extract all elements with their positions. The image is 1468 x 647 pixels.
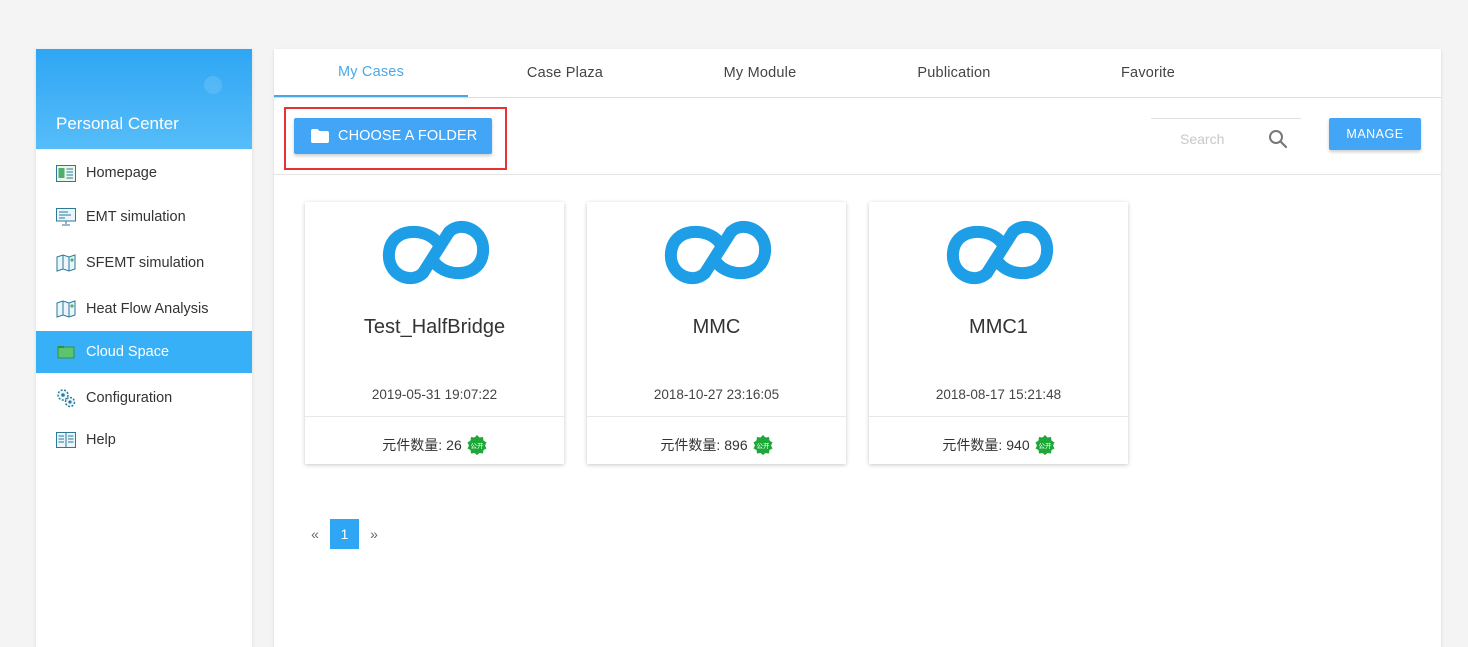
sidebar-item-label: Homepage — [86, 165, 157, 181]
case-card[interactable]: MMC1 2018-08-17 15:21:48 元件数量: 940 公开 — [869, 202, 1128, 464]
sidebar-header: Personal Center — [36, 49, 252, 149]
sidebar-item-homepage[interactable]: Homepage — [36, 152, 252, 194]
choose-folder-button[interactable]: CHOOSE A FOLDER — [294, 118, 492, 154]
book-icon — [55, 430, 77, 450]
component-count: 940 — [1006, 437, 1030, 453]
case-name: MMC — [692, 316, 741, 338]
sidebar: Personal Center Homepage EMT simulation … — [36, 49, 252, 647]
card-divider — [587, 416, 846, 417]
public-badge-icon: 公开 — [753, 435, 773, 455]
case-card[interactable]: Test_HalfBridge 2019-05-31 19:07:22 元件数量… — [305, 202, 564, 464]
case-date: 2019-05-31 19:07:22 — [371, 387, 498, 402]
case-date: 2018-08-17 15:21:48 — [935, 387, 1062, 402]
public-badge-icon: 公开 — [1035, 435, 1055, 455]
sidebar-item-cloud-space[interactable]: Cloud Space — [36, 331, 252, 373]
case-name: Test_HalfBridge — [363, 316, 506, 338]
sidebar-item-label: Help — [86, 432, 116, 448]
pagination-prev[interactable]: « — [304, 526, 326, 542]
map-icon — [55, 253, 77, 273]
tab-case-plaza[interactable]: Case Plaza — [468, 49, 662, 97]
search-icon[interactable] — [1268, 129, 1288, 154]
component-count: 896 — [724, 437, 748, 453]
homepage-icon — [55, 163, 77, 183]
pagination: « 1 » — [304, 519, 385, 549]
cloud-folder-icon — [55, 342, 77, 362]
case-meta: 元件数量: 896 公开 — [587, 435, 846, 455]
sidebar-item-emt-simulation[interactable]: EMT simulation — [36, 196, 252, 238]
choose-folder-label: CHOOSE A FOLDER — [338, 128, 478, 144]
case-meta: 元件数量: 26 公开 — [305, 435, 564, 455]
tab-favorite[interactable]: Favorite — [1051, 49, 1245, 97]
public-badge-icon: 公开 — [467, 435, 487, 455]
tab-publication[interactable]: Publication — [857, 49, 1051, 97]
sidebar-item-sfemt-simulation[interactable]: SFEMT simulation — [36, 242, 252, 284]
tab-my-module[interactable]: My Module — [663, 49, 857, 97]
sidebar-item-help[interactable]: Help — [36, 419, 252, 461]
toolbar: CHOOSE A FOLDER MANAGE — [274, 98, 1441, 175]
gears-icon — [55, 388, 77, 408]
sidebar-item-label: EMT simulation — [86, 209, 186, 225]
component-count-label: 元件数量: — [382, 437, 443, 453]
monitor-icon — [55, 207, 77, 227]
tab-bar: My Cases Case Plaza My Module Publicatio… — [274, 49, 1441, 98]
case-card[interactable]: MMC 2018-10-27 23:16:05 元件数量: 896 公开 — [587, 202, 846, 464]
search-box — [1151, 118, 1301, 156]
folder-icon — [311, 129, 329, 143]
cloud-logo-icon — [381, 215, 491, 295]
case-name: MMC1 — [969, 316, 1028, 338]
badge-text: 公开 — [1038, 442, 1052, 450]
sidebar-item-label: SFEMT simulation — [86, 255, 205, 271]
main-panel: My Cases Case Plaza My Module Publicatio… — [274, 49, 1441, 647]
component-count-label: 元件数量: — [942, 437, 1003, 453]
badge-text: 公开 — [470, 442, 484, 450]
sidebar-item-label: Heat Flow Analysis — [86, 301, 209, 317]
cloud-logo-icon — [663, 215, 773, 295]
pagination-next[interactable]: » — [363, 526, 385, 542]
case-date: 2018-10-27 23:16:05 — [653, 387, 780, 402]
cloud-logo-icon — [945, 215, 1055, 295]
search-input[interactable] — [1151, 127, 1261, 151]
pagination-page[interactable]: 1 — [330, 519, 359, 549]
component-count: 26 — [446, 437, 462, 453]
component-count-label: 元件数量: — [660, 437, 721, 453]
sidebar-item-heat-flow-analysis[interactable]: Heat Flow Analysis — [36, 288, 252, 330]
tab-my-cases[interactable]: My Cases — [274, 49, 468, 97]
case-meta: 元件数量: 940 公开 — [869, 435, 1128, 455]
map-icon — [55, 299, 77, 319]
sidebar-title: Personal Center — [56, 114, 179, 133]
sidebar-item-label: Cloud Space — [86, 344, 170, 360]
badge-text: 公开 — [756, 442, 770, 450]
manage-button[interactable]: MANAGE — [1329, 118, 1421, 150]
card-divider — [869, 416, 1128, 417]
sidebar-item-configuration[interactable]: Configuration — [36, 377, 252, 419]
card-divider — [305, 416, 564, 417]
sidebar-item-label: Configuration — [86, 390, 173, 406]
decorative-bubble — [204, 76, 222, 94]
